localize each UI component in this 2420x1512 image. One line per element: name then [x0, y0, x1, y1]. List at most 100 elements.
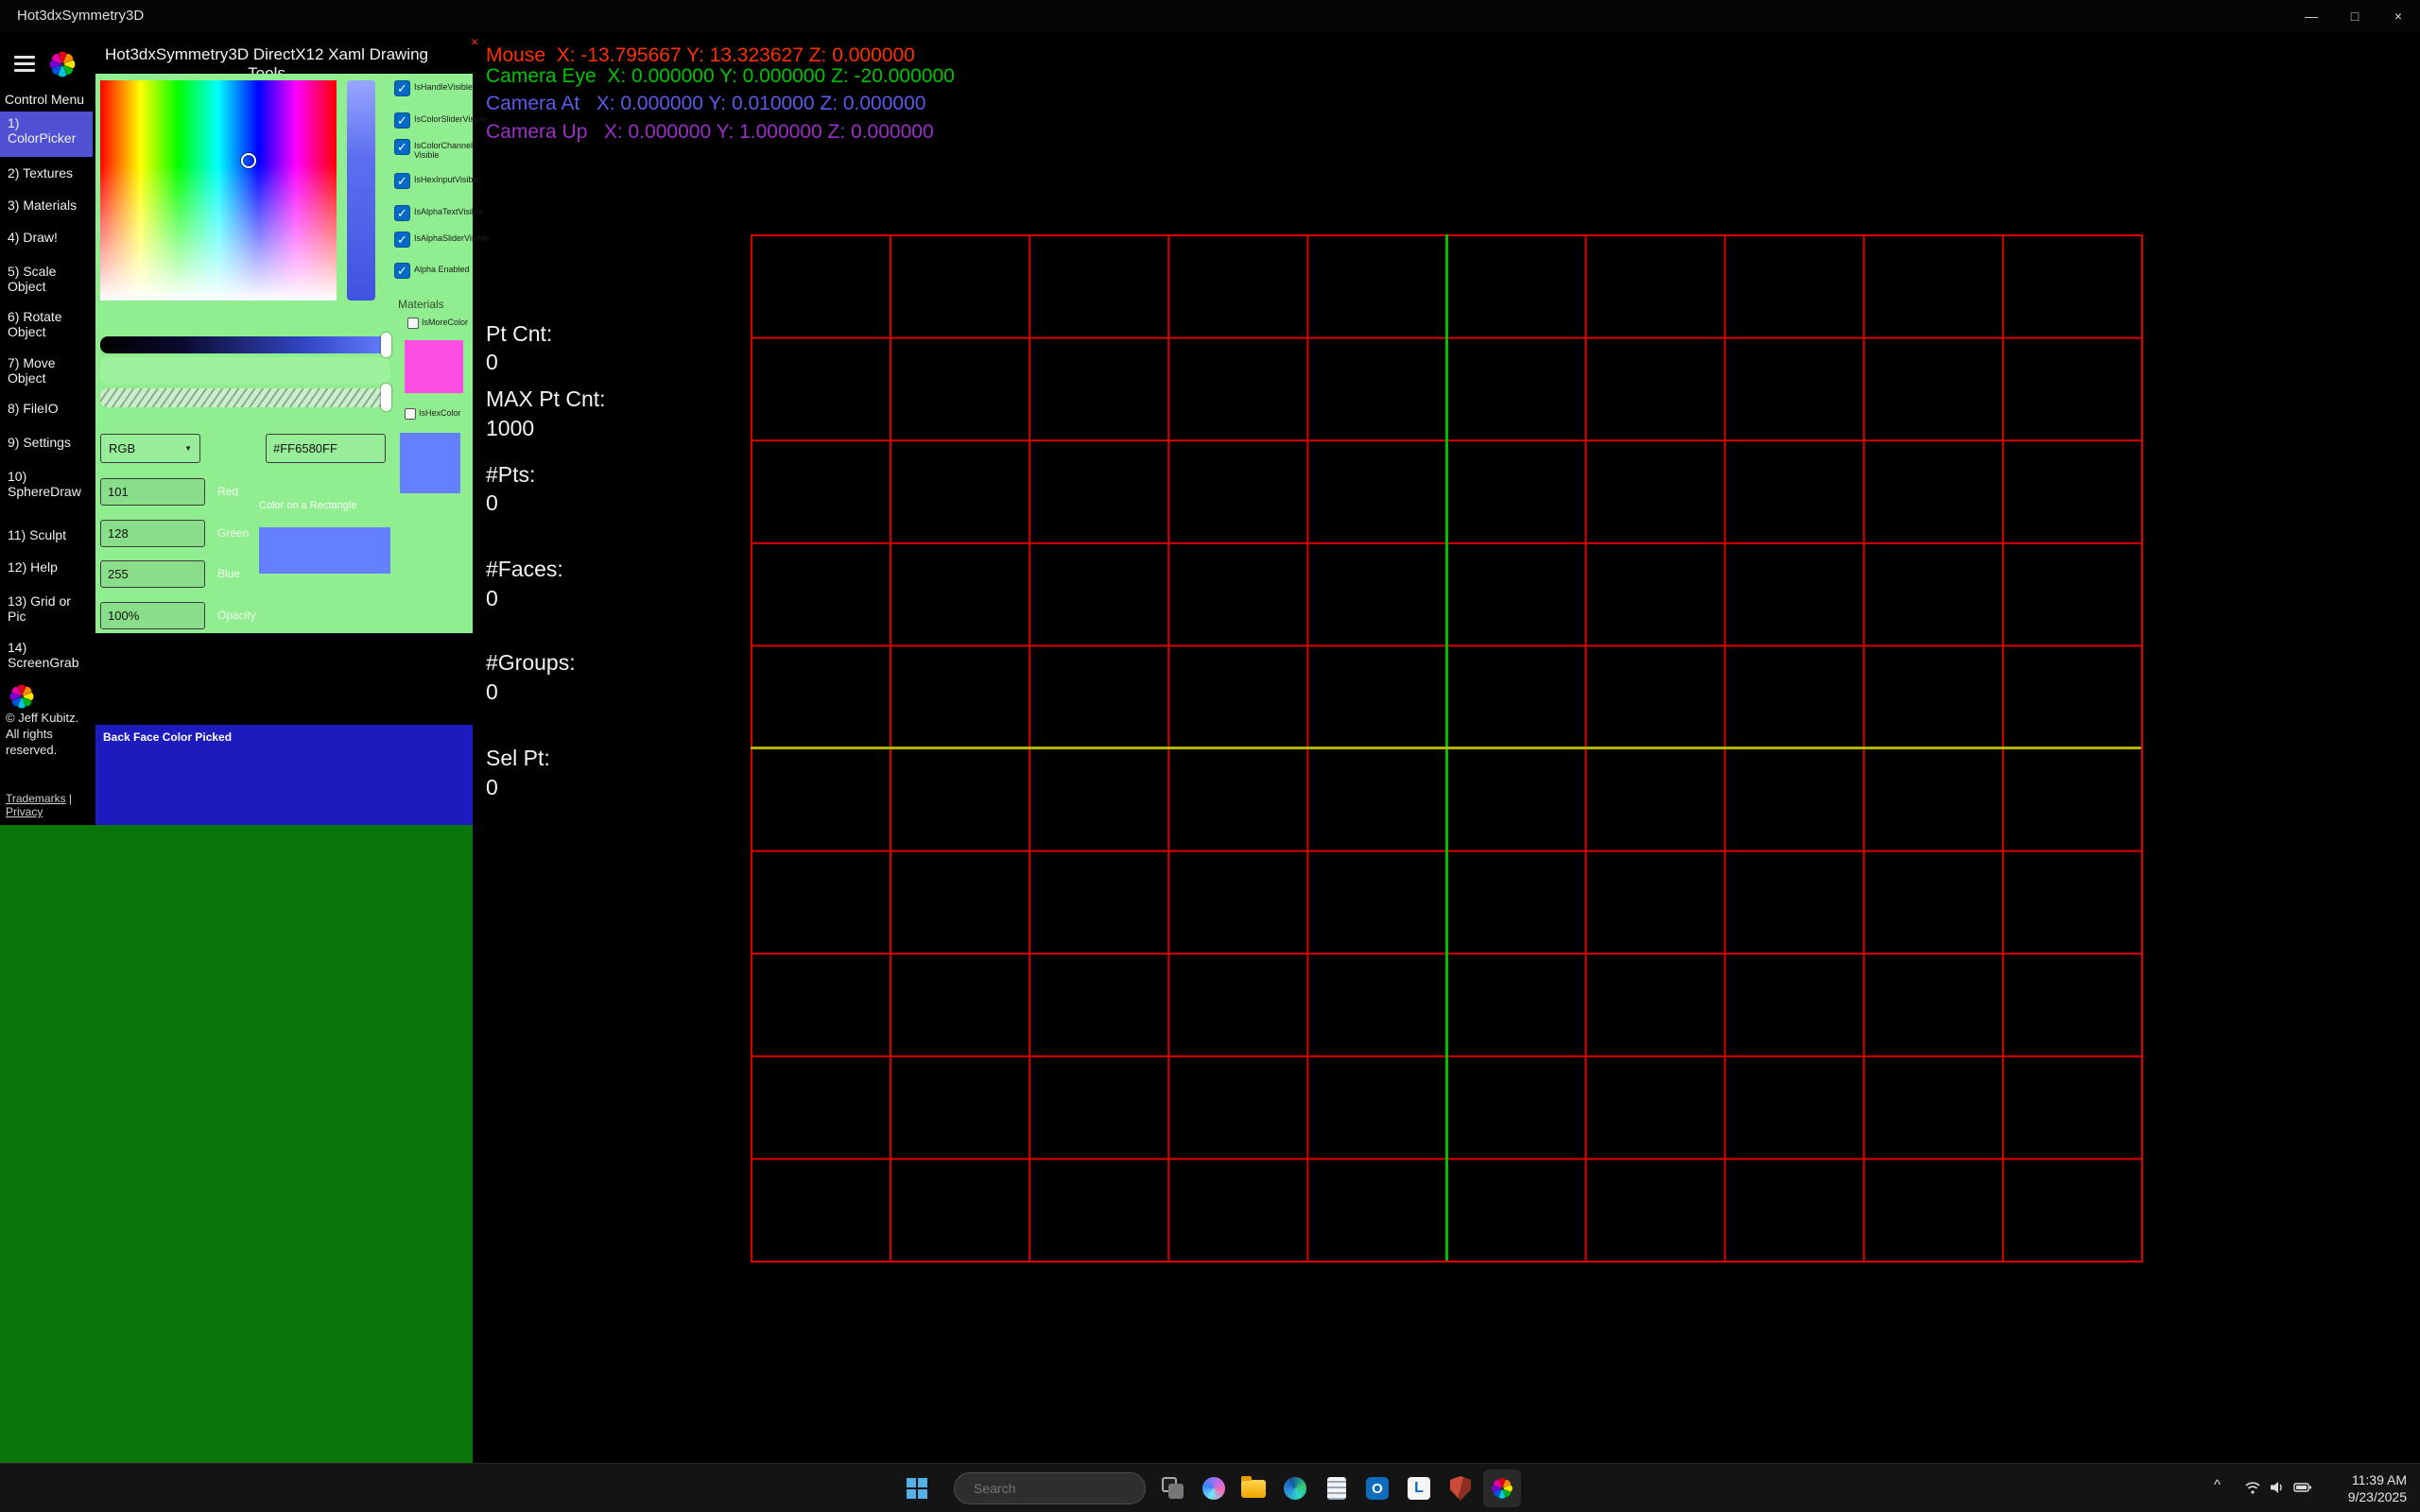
- checkbox-checked-icon[interactable]: [394, 263, 410, 279]
- maximize-button[interactable]: □: [2333, 0, 2377, 31]
- color-picker-panel: IsHandleVisible IsColorSliderVisible IsC…: [95, 74, 473, 633]
- stat-label: MAX Pt Cnt:: [486, 387, 606, 412]
- sidebar-item-screengrab[interactable]: 14) ScreenGrab: [8, 640, 87, 670]
- outlook-button[interactable]: [1358, 1469, 1396, 1507]
- privacy-link[interactable]: Privacy: [6, 805, 43, 818]
- option-row-handle-visible: IsHandleVisible: [394, 80, 470, 96]
- taskbar-search[interactable]: [954, 1472, 1146, 1504]
- hex-value-input[interactable]: [266, 434, 386, 463]
- stat-value: 0: [486, 586, 498, 611]
- blue-channel-input[interactable]: [100, 560, 205, 588]
- checkbox-label: IsMoreColor: [422, 318, 468, 327]
- mouse-cross-icon: ×: [471, 34, 478, 49]
- camera-up-readout: Camera Up X: 0.000000 Y: 1.000000 Z: 0.0…: [486, 121, 934, 144]
- color-value-slider[interactable]: [347, 80, 375, 301]
- file-explorer-button[interactable]: [1235, 1469, 1272, 1507]
- opacity-input[interactable]: [100, 602, 205, 629]
- option-row-color-slider-visible: IsColorSliderVisible: [394, 112, 470, 129]
- stat-value: 1000: [486, 416, 534, 441]
- edge-button[interactable]: [1276, 1469, 1314, 1507]
- sidebar-item-fileio[interactable]: 8) FileIO: [8, 401, 87, 416]
- checkbox-checked-icon[interactable]: [394, 80, 410, 96]
- stat-value: 0: [486, 490, 498, 516]
- search-input[interactable]: [974, 1481, 1145, 1496]
- tray-date: 9/23/2025: [2348, 1488, 2407, 1505]
- color-gradient-slider[interactable]: [100, 336, 390, 353]
- sidebar-item-rotate-object[interactable]: 6) Rotate Object: [8, 309, 87, 339]
- sidebar-item-colorpicker[interactable]: 1) ColorPicker: [8, 115, 87, 146]
- color-spectrum[interactable]: [100, 80, 337, 301]
- l-app-button[interactable]: [1400, 1469, 1438, 1507]
- alpha-slider-handle[interactable]: [381, 384, 391, 411]
- drawing-grid-viewport[interactable]: [751, 234, 2143, 1263]
- checkbox-checked-icon[interactable]: [394, 232, 410, 248]
- checkbox-label: IsHexInputVisible: [414, 173, 479, 184]
- minimize-button[interactable]: —: [2290, 0, 2333, 31]
- stat-label: #Groups:: [486, 650, 576, 676]
- sidebar-item-scale-object[interactable]: 5) Scale Object: [8, 264, 87, 294]
- stat-value: 0: [486, 350, 498, 375]
- checkbox-unchecked-icon[interactable]: [407, 318, 419, 329]
- sidebar-item-move-object[interactable]: 7) Move Object: [8, 355, 87, 386]
- sidebar-item-textures[interactable]: 2) Textures: [8, 165, 87, 180]
- hex-color-option: IsHexColor: [405, 408, 461, 420]
- red-channel-label: Red: [217, 485, 238, 498]
- checkbox-checked-icon[interactable]: [394, 173, 410, 189]
- checkbox-label: IsHexColor: [419, 408, 461, 418]
- checkbox-checked-icon[interactable]: [394, 139, 410, 155]
- checkbox-label: IsAlphaSliderVisible: [414, 232, 489, 243]
- hot3dx-app-button[interactable]: [1483, 1469, 1521, 1507]
- color-model-dropdown[interactable]: RGB: [100, 434, 200, 463]
- title-bar: Hot3dxSymmetry3D — □ ×: [0, 0, 2420, 31]
- task-view-button[interactable]: [1154, 1469, 1192, 1507]
- alpha-opacity-slider[interactable]: [100, 388, 390, 407]
- close-button[interactable]: ×: [2377, 0, 2420, 31]
- checkbox-checked-icon[interactable]: [394, 205, 410, 221]
- hamburger-menu-icon[interactable]: [14, 56, 35, 72]
- camera-at-readout: Camera At X: 0.000000 Y: 0.010000 Z: 0.0…: [486, 93, 925, 115]
- windows-start-icon: [907, 1478, 927, 1499]
- green-channel-input[interactable]: [100, 520, 205, 547]
- current-color-swatch: [400, 433, 460, 493]
- slider-track: [100, 357, 390, 385]
- control-menu-sidebar: Control Menu 1) ColorPicker 2) Textures …: [0, 85, 93, 841]
- stat-label: Sel Pt:: [486, 746, 550, 771]
- start-button[interactable]: [898, 1469, 936, 1507]
- green-channel-label: Green: [217, 526, 249, 540]
- checkbox-checked-icon[interactable]: [394, 112, 410, 129]
- checkbox-unchecked-icon[interactable]: [405, 408, 416, 420]
- material-color-swatch[interactable]: [405, 340, 463, 393]
- sidebar-item-draw[interactable]: 4) Draw!: [8, 230, 87, 245]
- sidebar-item-grid-or-pic[interactable]: 13) Grid or Pic: [8, 593, 87, 624]
- hidden-icons-chevron-icon[interactable]: ^: [2214, 1477, 2221, 1493]
- copilot-icon: [1202, 1477, 1225, 1500]
- gradient-slider-handle[interactable]: [381, 333, 391, 357]
- trademarks-link[interactable]: Trademarks: [6, 792, 66, 805]
- wifi-icon[interactable]: [2244, 1480, 2261, 1495]
- color-model-value: RGB: [109, 441, 135, 455]
- sidebar-item-spheredraw[interactable]: 10) SphereDraw: [8, 469, 87, 499]
- red-channel-input[interactable]: [100, 478, 205, 506]
- window-controls: — □ ×: [2290, 0, 2420, 31]
- checkbox-label: Alpha Enabled: [414, 263, 470, 274]
- volume-icon[interactable]: [2269, 1480, 2286, 1495]
- option-row-alpha-slider-visible: IsAlphaSliderVisible: [394, 232, 470, 248]
- materials-label: Materials: [398, 298, 444, 311]
- option-row-color-channel-visible: IsColorChannel Visible: [394, 139, 470, 160]
- app-logo-pinwheel-icon: [47, 49, 78, 79]
- stat-label: Pt Cnt:: [486, 321, 552, 347]
- sidebar-item-help[interactable]: 12) Help: [8, 559, 87, 575]
- security-button[interactable]: [1442, 1469, 1479, 1507]
- battery-icon[interactable]: [2293, 1480, 2312, 1495]
- copilot-button[interactable]: [1195, 1469, 1233, 1507]
- control-menu-header: Control Menu: [5, 92, 84, 107]
- app-window: Hot3dxSymmetry3D — □ × Hot3dxSymmetry3D …: [0, 0, 2420, 1512]
- stat-label: #Faces:: [486, 557, 563, 582]
- sidebar-item-materials[interactable]: 3) Materials: [8, 198, 87, 213]
- edge-icon: [1284, 1477, 1306, 1500]
- spectrum-cursor-icon[interactable]: [241, 153, 256, 168]
- notepad-button[interactable]: [1318, 1469, 1356, 1507]
- sidebar-item-sculpt[interactable]: 11) Sculpt: [8, 527, 87, 542]
- tray-clock[interactable]: 11:39 AM 9/23/2025: [2348, 1471, 2407, 1505]
- sidebar-item-settings[interactable]: 9) Settings: [8, 435, 87, 450]
